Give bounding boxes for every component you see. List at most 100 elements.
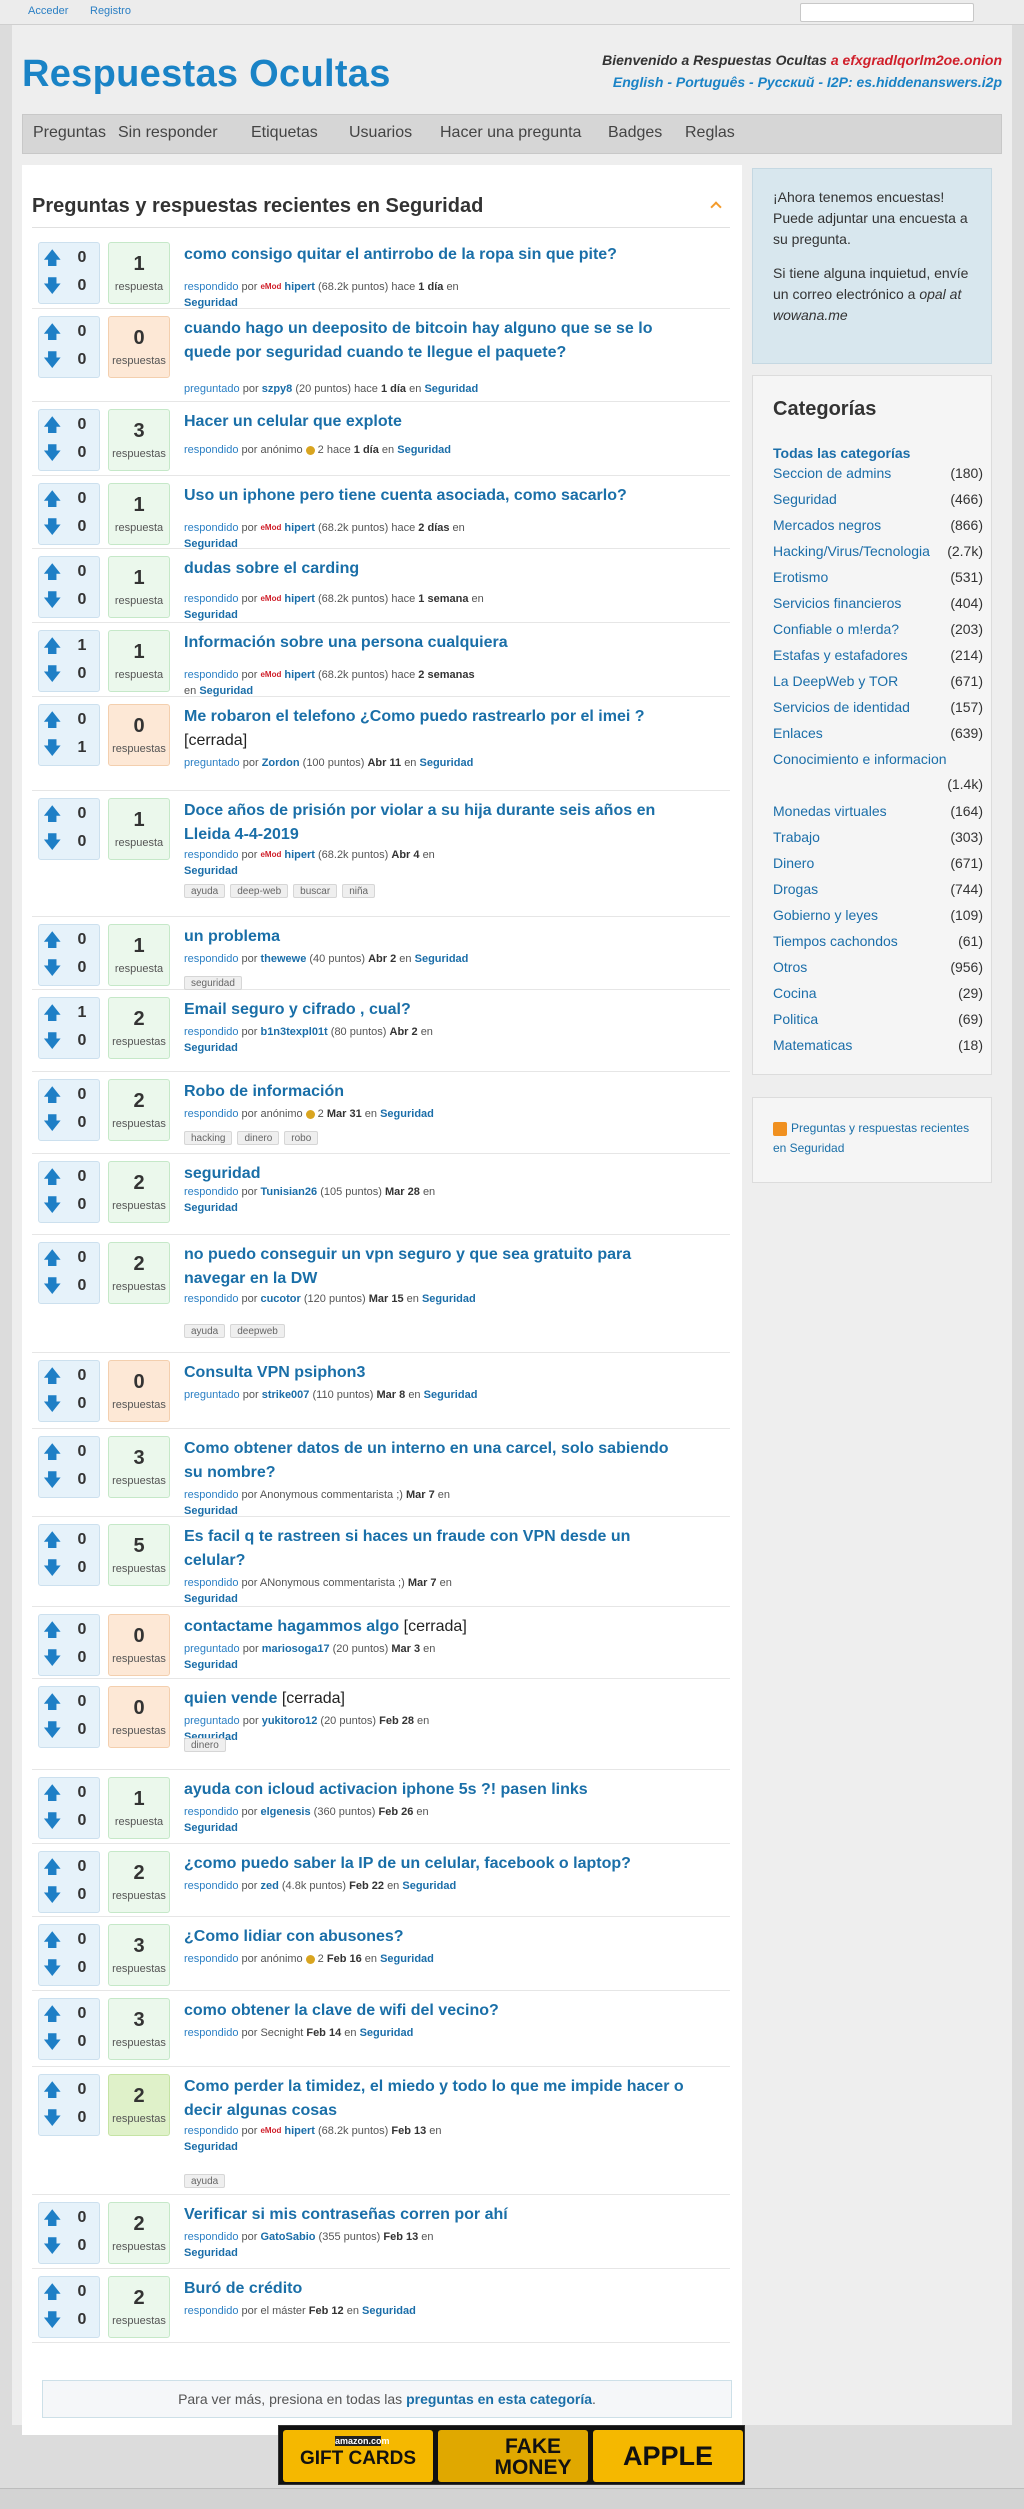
question-title[interactable]: como consigo quitar el antirrobo de la r…: [184, 246, 617, 263]
category-item[interactable]: Servicios financieros (404): [773, 595, 983, 615]
category-link[interactable]: Drogas: [773, 881, 818, 897]
question-title[interactable]: Información sobre una persona cualquiera: [184, 634, 508, 651]
tag[interactable]: dinero: [184, 1738, 226, 1752]
question-title[interactable]: Me robaron el telefono ¿Como puedo rastr…: [184, 708, 645, 725]
category-item[interactable]: Monedas virtuales (164): [773, 803, 983, 823]
category-item[interactable]: Otros (956): [773, 959, 983, 979]
category-link[interactable]: Mercados negros: [773, 517, 881, 533]
vote-down-icon[interactable]: 🡇: [43, 277, 62, 295]
category-link[interactable]: Erotismo: [773, 569, 828, 585]
category-link[interactable]: Confiable o m!erda?: [773, 621, 899, 637]
tag[interactable]: deepweb: [230, 1324, 285, 1338]
site-logo[interactable]: Respuestas Ocultas: [22, 53, 391, 96]
activity-link[interactable]: respondido: [184, 2305, 238, 2317]
vote-down-icon[interactable]: 🡇: [43, 1886, 62, 1904]
category-link[interactable]: Seguridad: [380, 1953, 434, 1965]
category-item[interactable]: Politica (69): [773, 1011, 983, 1031]
category-link[interactable]: Seguridad: [424, 1389, 478, 1401]
vote-up-icon[interactable]: 🡅: [43, 711, 62, 729]
tag[interactable]: robo: [284, 1131, 319, 1145]
ad-apple[interactable]: APPLE: [593, 2430, 743, 2482]
question-title[interactable]: Uso un iphone pero tiene cuenta asociada…: [184, 487, 627, 504]
author-link[interactable]: Tunisian26: [260, 1186, 317, 1198]
vote-down-icon[interactable]: 🡇: [43, 2033, 62, 2051]
tag[interactable]: dinero: [237, 1131, 280, 1145]
vote-up-icon[interactable]: 🡅: [43, 249, 62, 267]
question-title[interactable]: ¿como puedo saber la IP de un celular, f…: [184, 1855, 631, 1872]
category-item[interactable]: Tiempos cachondos (61): [773, 933, 983, 953]
category-link[interactable]: Seguridad: [184, 2141, 238, 2153]
author-link[interactable]: hipert: [284, 2125, 315, 2137]
activity-link[interactable]: respondido: [184, 1953, 238, 1965]
question-title[interactable]: Buró de crédito: [184, 2280, 302, 2297]
author-link[interactable]: strike007: [262, 1389, 310, 1401]
nav-badges[interactable]: Badges: [608, 124, 662, 142]
category-all[interactable]: Todas las categorías: [773, 445, 910, 461]
activity-link[interactable]: respondido: [184, 1186, 238, 1198]
author-link[interactable]: cucotor: [260, 1293, 300, 1305]
category-item[interactable]: Cocina (29): [773, 985, 983, 1005]
tag[interactable]: niña: [342, 884, 376, 898]
tag[interactable]: ayuda: [184, 2174, 226, 2188]
activity-link[interactable]: respondido: [184, 1880, 238, 1892]
category-link[interactable]: Seccion de admins: [773, 465, 891, 481]
vote-down-icon[interactable]: 🡇: [43, 1559, 62, 1577]
nav-reglas[interactable]: Reglas: [685, 124, 735, 142]
nav-etiquetas[interactable]: Etiquetas: [251, 124, 318, 142]
nav-preguntas[interactable]: Preguntas: [33, 124, 106, 142]
vote-up-icon[interactable]: 🡅: [43, 1367, 62, 1385]
vote-down-icon[interactable]: 🡇: [43, 2109, 62, 2127]
author-link[interactable]: mariosoga17: [262, 1643, 330, 1655]
question-title[interactable]: Es facil q te rastreen si haces un fraud…: [184, 1528, 630, 1569]
vote-up-icon[interactable]: 🡅: [43, 637, 62, 655]
ad-banner[interactable]: amazon.com GIFT CARDS FAKE MONEY APPLE: [278, 2425, 745, 2485]
category-link[interactable]: Enlaces: [773, 725, 823, 741]
vote-up-icon[interactable]: 🡅: [43, 2081, 62, 2099]
category-item[interactable]: Conocimiento e informacion (1.4k): [773, 751, 983, 797]
question-title[interactable]: no puedo conseguir un vpn seguro y que s…: [184, 1246, 631, 1287]
author-link[interactable]: b1n3texpl01t: [260, 1026, 327, 1038]
activity-link[interactable]: respondido: [184, 669, 238, 681]
vote-down-icon[interactable]: 🡇: [43, 591, 62, 609]
category-link[interactable]: Seguridad: [362, 2305, 416, 2317]
login-link[interactable]: Acceder: [28, 5, 68, 17]
vote-up-icon[interactable]: 🡅: [43, 1858, 62, 1876]
question-title[interactable]: contactame hagammos algo: [184, 1618, 399, 1635]
vote-down-icon[interactable]: 🡇: [43, 1812, 62, 1830]
author-link[interactable]: szpy8: [262, 383, 293, 395]
question-title[interactable]: Verificar si mis contraseñas corren por …: [184, 2206, 508, 2223]
category-link[interactable]: Seguridad: [184, 297, 238, 309]
vote-up-icon[interactable]: 🡅: [43, 1621, 62, 1639]
activity-link[interactable]: respondido: [184, 1108, 238, 1120]
search-input[interactable]: [800, 3, 974, 22]
activity-link[interactable]: respondido: [184, 1293, 238, 1305]
vote-down-icon[interactable]: 🡇: [43, 959, 62, 977]
vote-down-icon[interactable]: 🡇: [43, 739, 62, 757]
author-link[interactable]: GatoSabio: [260, 2231, 315, 2243]
question-title[interactable]: Como obtener datos de un interno en una …: [184, 1440, 669, 1481]
vote-down-icon[interactable]: 🡇: [43, 665, 62, 683]
category-link[interactable]: Seguridad: [184, 1202, 238, 1214]
vote-up-icon[interactable]: 🡅: [43, 931, 62, 949]
activity-link[interactable]: respondido: [184, 1489, 238, 1501]
category-link[interactable]: Seguridad: [380, 1108, 434, 1120]
author-link[interactable]: hipert: [284, 669, 315, 681]
vote-up-icon[interactable]: 🡅: [43, 1168, 62, 1186]
onion-link[interactable]: a efxgradlqorlm2oe.onion: [831, 52, 1002, 68]
category-link[interactable]: Seguridad: [415, 953, 469, 965]
more-link[interactable]: preguntas en esta categoría: [406, 2391, 592, 2407]
vote-down-icon[interactable]: 🡇: [43, 518, 62, 536]
activity-link[interactable]: preguntado: [184, 1715, 240, 1727]
i2p-link[interactable]: es.hiddenanswers.i2p: [857, 74, 1003, 90]
activity-link[interactable]: respondido: [184, 281, 238, 293]
rss-link[interactable]: Preguntas y respuestas recientes en Segu…: [773, 1121, 969, 1155]
category-link[interactable]: Monedas virtuales: [773, 803, 887, 819]
question-title[interactable]: quien vende: [184, 1690, 277, 1707]
activity-link[interactable]: preguntado: [184, 1389, 240, 1401]
category-link[interactable]: Seguridad: [184, 609, 238, 621]
vote-down-icon[interactable]: 🡇: [43, 1721, 62, 1739]
rss-feed-icon[interactable]: [710, 201, 722, 213]
vote-up-icon[interactable]: 🡅: [43, 490, 62, 508]
category-link[interactable]: Otros: [773, 959, 807, 975]
author-link[interactable]: hipert: [284, 593, 315, 605]
